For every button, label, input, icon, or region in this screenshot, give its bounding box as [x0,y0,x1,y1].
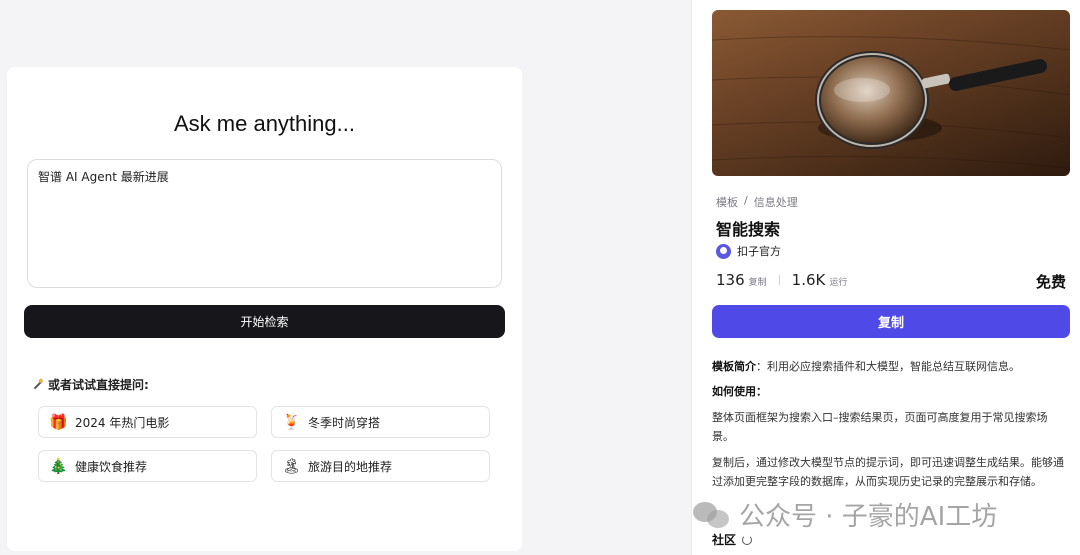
cocktail-icon: 🍹 [282,413,301,431]
copy-count-unit: 复制 [748,278,767,288]
template-cover-image [712,10,1070,176]
suggestion-chip-diet[interactable]: 🎄 健康饮食推荐 [38,450,257,482]
watermark: 公众号 · 子豪的AI工坊 [693,496,997,533]
page-title: Ask me anything... [174,111,355,136]
suggestion-label: 健康饮食推荐 [75,459,148,474]
copy-template-button[interactable]: 复制 [712,305,1070,338]
copy-count: 136 [716,271,745,289]
breadcrumb-separator: / [744,194,748,207]
usage-paragraph-1: 整体页面框架为搜索入口–搜索结果页，页面可高度复用于常见搜索场景。 [712,411,1048,443]
avatar [716,243,731,259]
community-label: 社区 [712,533,737,547]
template-stats: 136 复制 1.6K 运行 [716,271,847,289]
suggestion-chip-travel[interactable]: 🏝 旅游目的地推荐 [271,450,490,482]
suggestion-label: 旅游目的地推荐 [308,459,393,474]
price-label: 免费 [1035,273,1066,291]
island-icon: 🏝 [282,457,302,475]
watermark-text: 公众号 · 子豪的AI工坊 [739,502,998,532]
try-label-text: 或者试试直接提问: [48,378,149,392]
suggestion-chip-fashion[interactable]: 🍹 冬季时尚穿搭 [271,406,490,438]
tree-icon: 🎄 [49,457,68,475]
suggestion-chip-movies[interactable]: 🎁 2024 年热门电影 [38,406,257,438]
run-count-unit: 运行 [829,278,848,288]
usage-heading: 如何使用： [712,382,1064,401]
magic-wand-icon [33,380,43,389]
usage-paragraph-2: 复制后，通过修改大模型节点的提示词，即可迅速调整生成结果。能够通过添加更完整字段… [712,456,1064,488]
template-title: 智能搜索 [716,220,781,239]
usage-label: 如何使用： [712,385,767,398]
breadcrumb: 模板 / 信息处理 [716,194,798,210]
refresh-icon[interactable] [742,534,753,545]
gift-icon: 🎁 [49,413,68,431]
try-asking-label: 或者试试直接提问: [33,376,149,393]
breadcrumb-item[interactable]: 信息处理 [754,194,798,210]
intro-text: ：利用必应搜索插件和大模型，智能总结互联网信息。 [756,360,1020,373]
template-intro: 模板简介：利用必应搜索插件和大模型，智能总结互联网信息。 [712,357,1064,376]
wechat-icon [693,501,731,528]
query-input[interactable]: 智谱 AI Agent 最新进展 [27,159,502,288]
suggestion-label: 2024 年热门电影 [75,415,170,430]
community-section: 社区 [712,531,753,548]
author-name: 扣子官方 [737,245,781,258]
intro-label: 模板简介 [712,360,756,373]
breadcrumb-item[interactable]: 模板 [716,194,738,210]
stats-divider [778,275,780,285]
magnifying-glass-icon [712,36,1070,169]
run-count: 1.6K [791,271,826,289]
template-author[interactable]: 扣子官方 [716,243,781,259]
template-detail-panel: 模板 / 信息处理 智能搜索 扣子官方 136 复制 1.6K 运行 免费 复制… [691,0,1080,555]
search-card: Ask me anything... 智谱 AI Agent 最新进展 开始检索… [7,67,522,551]
suggestion-label: 冬季时尚穿搭 [308,415,381,430]
start-search-button[interactable]: 开始检索 [24,305,505,338]
